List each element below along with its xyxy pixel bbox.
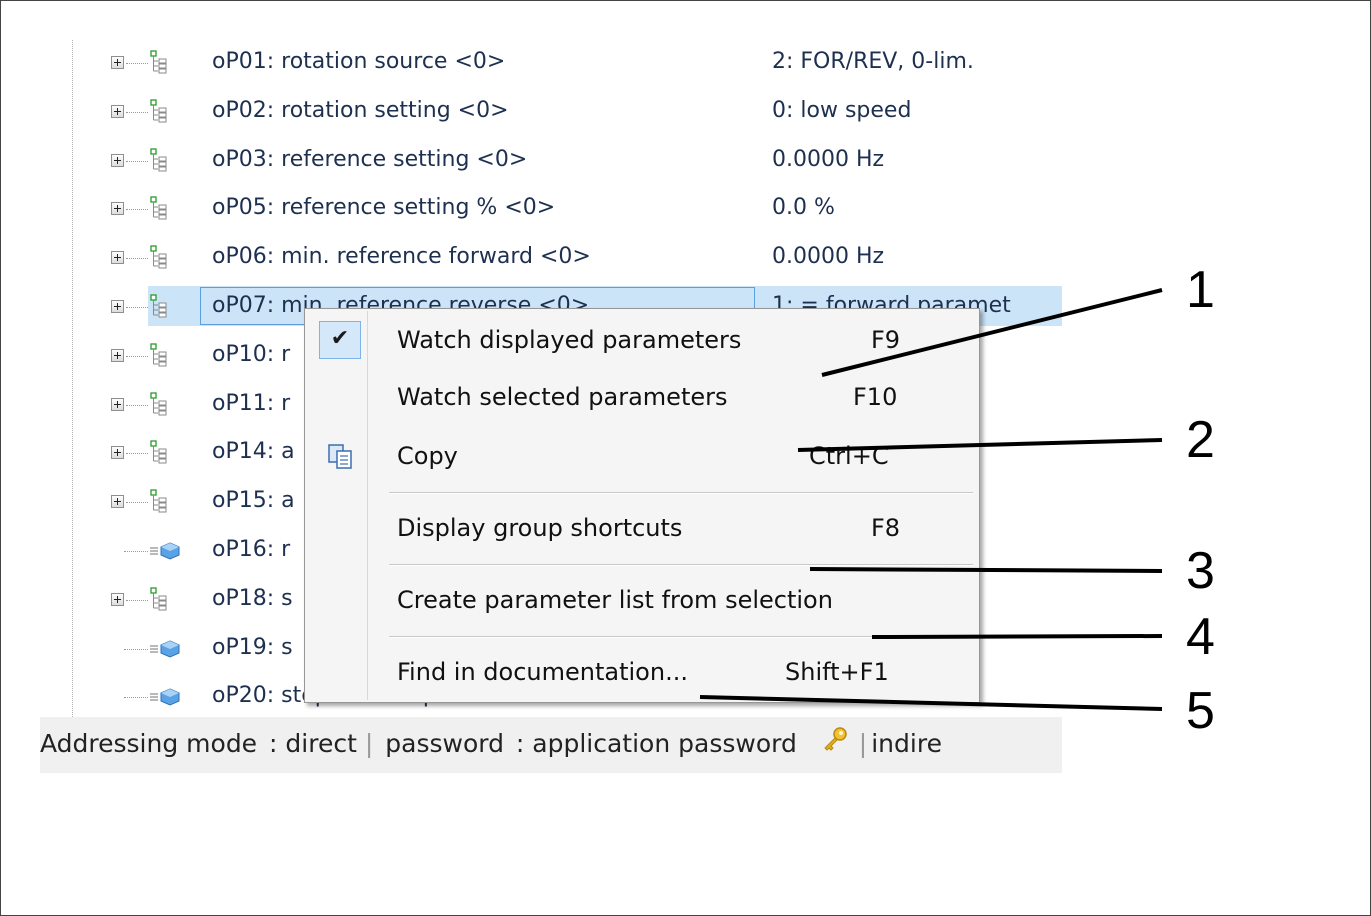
callout-5: 5 [1186, 682, 1215, 740]
callout-2: 2 [1186, 411, 1215, 469]
callout-1: 1 [1186, 261, 1215, 319]
callout-4: 4 [1186, 608, 1215, 666]
callout-lines [699, 288, 1163, 711]
callout-3: 3 [1186, 542, 1215, 600]
